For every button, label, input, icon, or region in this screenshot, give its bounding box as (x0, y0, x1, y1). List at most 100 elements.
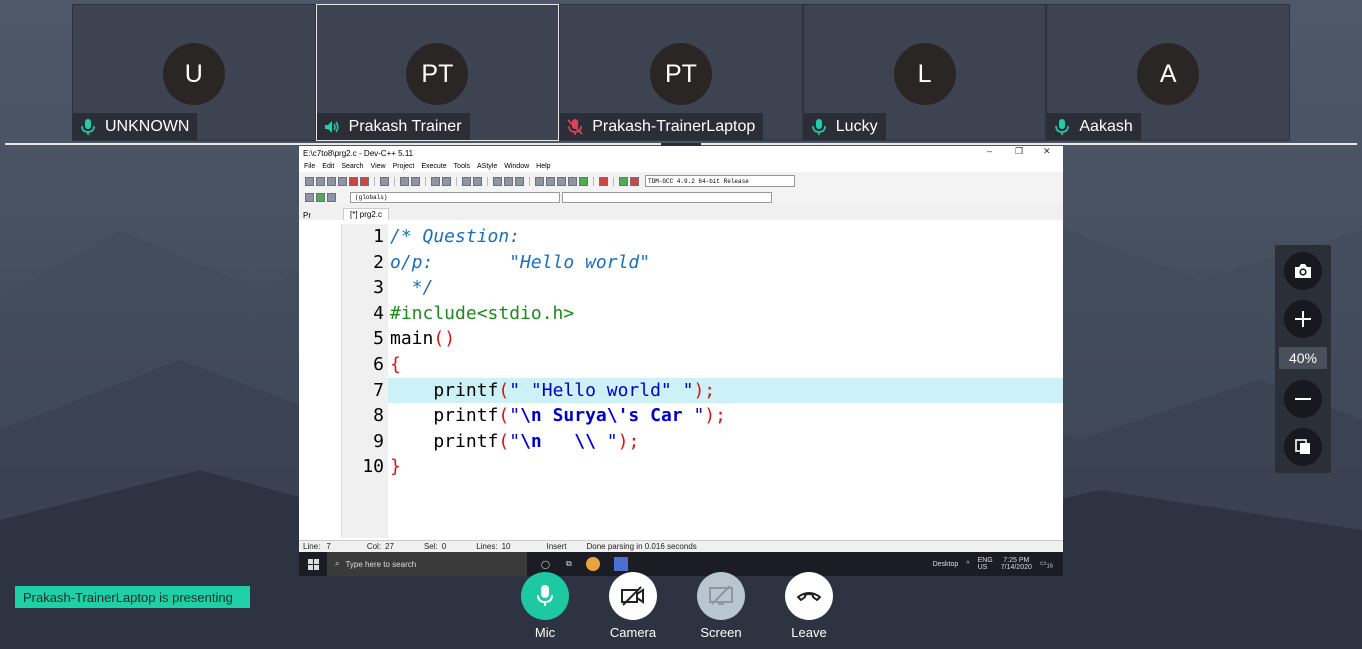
cortana-icon[interactable]: ◯ (541, 560, 550, 569)
status-mode: Insert (546, 542, 567, 551)
participant-name: Prakash Trainer (348, 117, 462, 135)
run-icon[interactable] (546, 176, 555, 186)
menu-item-search[interactable]: Search (341, 163, 363, 170)
menu-item-tools[interactable]: Tools (454, 163, 470, 170)
back-icon[interactable] (493, 176, 502, 186)
zoom-level: 40% (1279, 347, 1327, 369)
code-editor[interactable]: 1 2 3 4 5 6 7 8 9 10 /* Question: o/p: "… (299, 224, 1063, 538)
clock[interactable]: 7:25 PM 7/14/2020 (1001, 557, 1032, 571)
snapshot-button[interactable] (1284, 252, 1322, 290)
mic-control[interactable]: Mic (510, 572, 580, 640)
rebuild-icon[interactable] (568, 176, 577, 186)
bookmark-icon[interactable] (515, 176, 524, 186)
new-file-icon[interactable] (305, 176, 314, 186)
toolbar-separator (593, 176, 594, 186)
code-token: ); (693, 379, 716, 401)
line-number: 6 (373, 353, 384, 375)
tray-chevron-icon[interactable]: ^ (966, 561, 969, 568)
screen-control[interactable]: Screen (686, 572, 756, 640)
undo-icon[interactable] (400, 176, 409, 186)
participant-tile[interactable]: U UNKNOWN (72, 4, 316, 141)
check-syntax-icon[interactable] (579, 176, 588, 186)
clock-date: 7/14/2020 (1000, 564, 1032, 571)
notification-icon[interactable]: ▭15 (1040, 559, 1053, 569)
status-lines-value: 10 (501, 542, 511, 551)
code-area[interactable]: /* Question: o/p: "Hello world" */ #incl… (388, 224, 1063, 538)
project-tab[interactable]: Pr (299, 211, 343, 220)
close-all-icon[interactable] (360, 176, 369, 186)
menu-item-view[interactable]: View (371, 163, 386, 170)
code-token: " (606, 430, 618, 452)
scope-select[interactable]: (globals) (350, 191, 560, 203)
menu-item-help[interactable]: Help (536, 163, 550, 170)
close-icon[interactable]: ✕ (1043, 146, 1051, 157)
menu-item-project[interactable]: Project (393, 163, 415, 170)
compile-run-icon[interactable] (557, 176, 566, 186)
phone-hangup-icon (797, 592, 821, 601)
forward-icon[interactable] (504, 176, 513, 186)
replace-icon[interactable] (442, 176, 451, 186)
menu-item-file[interactable]: File (304, 163, 315, 170)
menu-item-window[interactable]: Window (504, 163, 529, 170)
stop-icon[interactable] (599, 176, 608, 186)
participant-tile[interactable]: PT Prakash-TrainerLaptop (559, 4, 803, 141)
compiler-select[interactable]: TDM-GCC 4.9.2 64-bit Release (645, 175, 795, 187)
indent-icon[interactable] (462, 176, 471, 186)
leave-button[interactable] (785, 572, 833, 620)
language-code: ENG (977, 557, 993, 564)
save-icon[interactable] (327, 176, 336, 186)
camera-button[interactable] (609, 572, 657, 620)
fit-screen-button[interactable] (1284, 428, 1322, 466)
unindent-icon[interactable] (473, 176, 482, 186)
maximize-icon[interactable]: ❐ (1015, 146, 1023, 157)
app-icon-devcpp[interactable] (613, 557, 628, 571)
zoom-out-button[interactable] (1284, 380, 1322, 418)
menu-item-execute[interactable]: Execute (421, 163, 446, 170)
desktop-label[interactable]: Desktop (933, 561, 959, 568)
new-class-icon[interactable] (305, 192, 314, 202)
zoom-in-button[interactable] (1284, 300, 1322, 338)
participant-tile[interactable]: L Lucky (802, 4, 1047, 141)
camera-control[interactable]: Camera (598, 572, 668, 640)
chart-icon[interactable] (619, 176, 628, 186)
save-all-icon[interactable] (338, 176, 347, 186)
search-placeholder: Type here to search (345, 559, 417, 569)
task-view-icon[interactable]: ⧉ (566, 559, 572, 569)
code-token: " "Hello world" " (509, 379, 694, 401)
find-icon[interactable] (431, 176, 440, 186)
open-file-icon[interactable] (316, 176, 325, 186)
file-tab[interactable]: [*] prg2.c (343, 208, 390, 220)
participant-tile[interactable]: A Aakash (1046, 4, 1290, 141)
editor-tabs: Pr [*] prg2.c (299, 204, 1063, 220)
toolbar-separator (374, 176, 375, 186)
insert-icon[interactable] (316, 192, 325, 202)
language-indicator[interactable]: ENG US (978, 557, 993, 571)
toggle-icon[interactable] (327, 192, 336, 202)
app-icon-chrome[interactable] (585, 557, 600, 571)
member-select[interactable] (562, 191, 772, 203)
code-line: printf("\n \\ "); (388, 429, 1063, 455)
avatar: PT (649, 43, 712, 105)
menu-item-astyle[interactable]: AStyle (477, 163, 497, 170)
code-token: ( (498, 405, 510, 427)
print-icon[interactable] (380, 176, 389, 186)
menu-item-edit[interactable]: Edit (322, 163, 334, 170)
redo-icon[interactable] (411, 176, 420, 186)
close-file-icon[interactable] (349, 176, 358, 186)
participant-tile-active[interactable]: PT Prakash Trainer (315, 4, 560, 141)
line-number: 5 (373, 328, 384, 350)
leave-control[interactable]: Leave (774, 572, 844, 640)
screen-button[interactable] (697, 572, 745, 620)
code-token: #include<stdio.h> (390, 302, 575, 324)
taskbar-search[interactable]: ⌕ Type here to search (327, 552, 527, 576)
participant-name: Prakash-TrainerLaptop (592, 117, 756, 135)
line-number: 8 (373, 405, 384, 427)
mic-button[interactable] (521, 572, 569, 620)
windows-start-icon[interactable] (299, 552, 327, 576)
compile-icon[interactable] (535, 176, 544, 186)
avatar: U (162, 43, 225, 105)
line-number: 1 (373, 226, 384, 247)
minimize-icon[interactable]: – (987, 146, 992, 156)
status-bar: Line: 7 Col: 27 Sel: 0 Lines: 10 Insert … (299, 540, 1063, 552)
profile-icon[interactable] (630, 176, 639, 186)
